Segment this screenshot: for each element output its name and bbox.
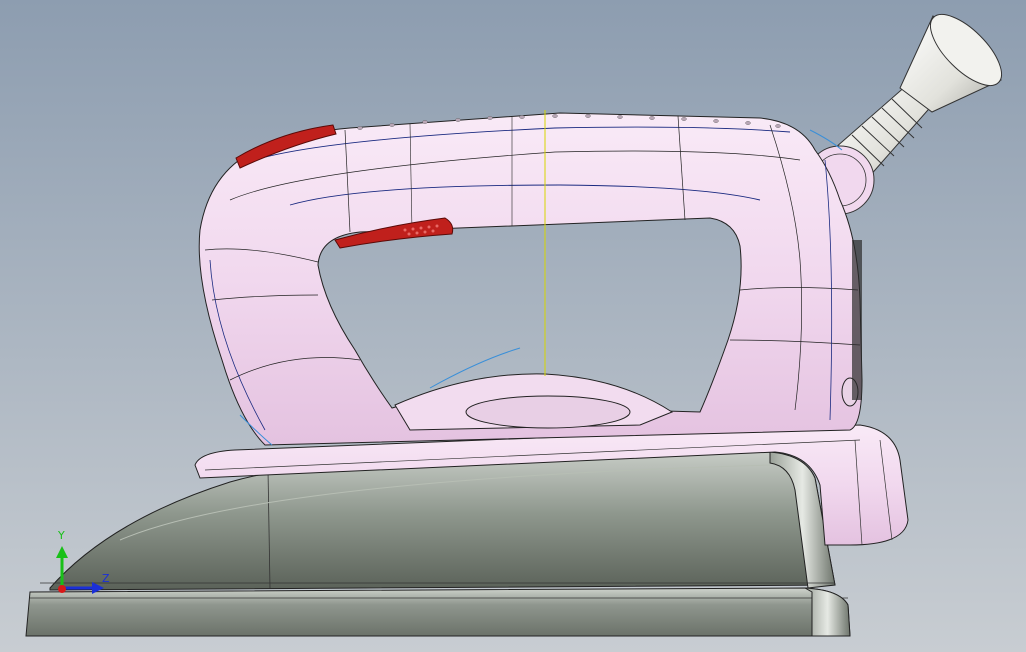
y-axis-label: Y <box>58 529 65 542</box>
model-view[interactable] <box>0 0 1026 652</box>
cad-viewport[interactable]: Y Z <box>0 0 1026 652</box>
axis-labels: Y Z <box>44 530 124 600</box>
z-axis-label: Z <box>102 572 110 585</box>
